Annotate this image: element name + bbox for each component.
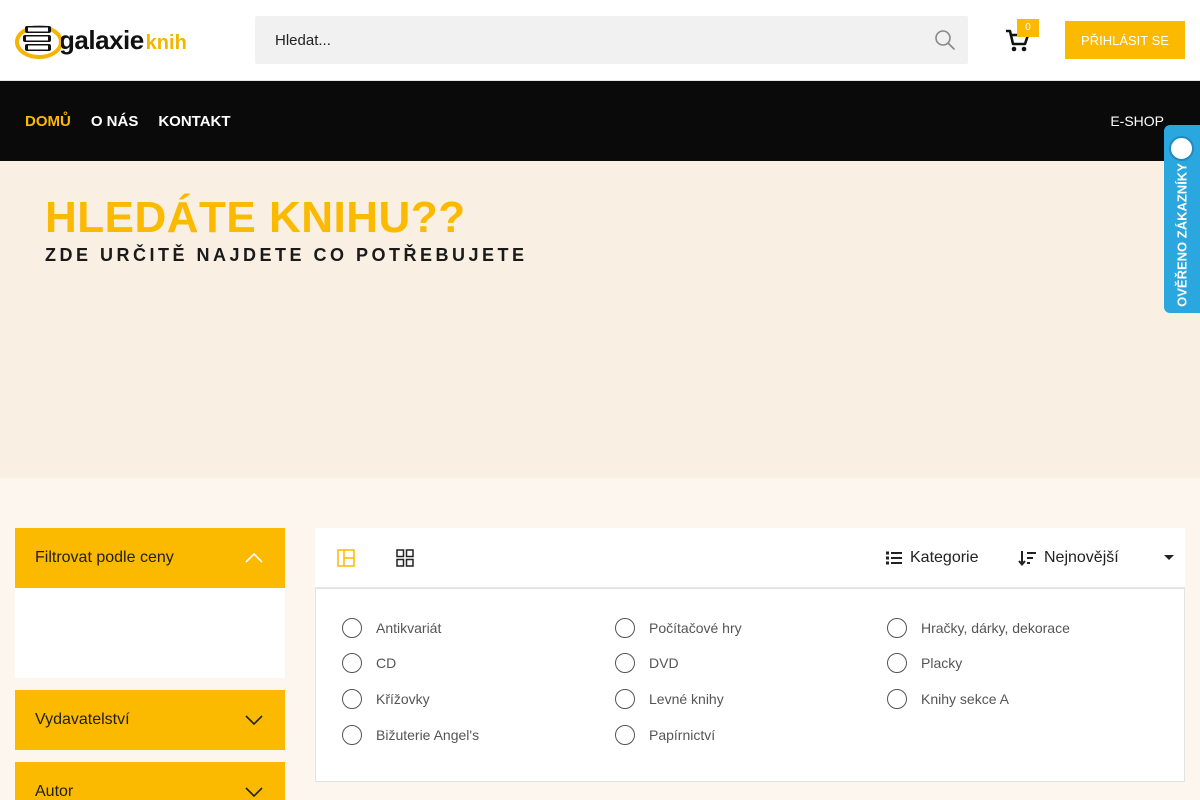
category-label: Křížovky xyxy=(376,691,430,707)
nav-item-about[interactable]: O NÁS xyxy=(91,113,139,130)
category-item[interactable]: Křížovky xyxy=(342,689,430,709)
category-label: Bižuterie Angel's xyxy=(376,727,480,743)
radio-button[interactable] xyxy=(887,653,907,673)
filter-author-label: Autor xyxy=(35,783,74,800)
logo-text-main: galaxie xyxy=(59,24,144,55)
filter-price-body xyxy=(15,588,285,678)
search-bar xyxy=(255,16,968,64)
nav-item-home[interactable]: DOMŮ xyxy=(25,113,71,130)
radio-button[interactable] xyxy=(615,725,635,745)
chevron-down-icon xyxy=(245,715,263,725)
radio-button[interactable] xyxy=(887,618,907,638)
radio-button[interactable] xyxy=(342,618,362,638)
sort-dropdown[interactable]: Nejnovější xyxy=(1018,528,1188,588)
caret-down-icon xyxy=(1164,555,1174,560)
hero-subtitle: ZDE URČITĚ NAJDETE CO POTŘEBUJETE xyxy=(45,245,528,265)
radio-button[interactable] xyxy=(342,725,362,745)
category-label: Antikvariát xyxy=(376,620,442,636)
verified-seal-icon xyxy=(1169,136,1194,161)
category-label: Knihy sekce A xyxy=(921,691,1009,707)
top-header: galaxie knih 0 PŘIHLÁSIT SE xyxy=(0,0,1200,81)
category-item[interactable]: Levné knihy xyxy=(615,689,724,709)
category-label: CD xyxy=(376,655,397,671)
list-icon xyxy=(886,551,902,565)
sort-label: Nejnovější xyxy=(1044,549,1119,566)
category-item[interactable]: Počítačové hry xyxy=(615,618,742,638)
filter-author-header[interactable]: Autor xyxy=(15,762,285,800)
list-view-icon[interactable] xyxy=(337,549,355,567)
hero-title: HLEDÁTE KNIHU?? xyxy=(45,193,466,242)
category-item[interactable]: Placky xyxy=(887,653,962,673)
category-toggle-label: Kategorie xyxy=(910,549,979,566)
sort-icon xyxy=(1018,551,1036,566)
grid-view-icon[interactable] xyxy=(396,549,414,567)
radio-button[interactable] xyxy=(342,689,362,709)
site-logo[interactable]: galaxie knih xyxy=(15,20,197,60)
category-label: DVD xyxy=(649,655,679,671)
login-button[interactable]: PŘIHLÁSIT SE xyxy=(1065,21,1185,59)
radio-button[interactable] xyxy=(887,689,907,709)
category-label: Počítačové hry xyxy=(649,620,742,636)
filter-price-label: Filtrovat podle ceny xyxy=(35,549,174,566)
main-navigation: DOMŮ O NÁS KONTAKT E-SHOP xyxy=(0,81,1200,161)
radio-button[interactable] xyxy=(615,618,635,638)
category-label: Papírnictví xyxy=(649,727,716,743)
radio-button[interactable] xyxy=(615,689,635,709)
category-label: Levné knihy xyxy=(649,691,724,707)
filter-publisher-label: Vydavatelství xyxy=(35,711,130,728)
verified-badge-label: OVĚŘENO ZÁKAZNÍKY xyxy=(1174,163,1190,307)
category-item[interactable]: Bižuterie Angel's xyxy=(342,725,479,745)
category-item[interactable]: DVD xyxy=(615,653,679,673)
logo-text-sub: knih xyxy=(145,31,187,54)
chevron-up-icon xyxy=(245,553,263,563)
nav-item-eshop[interactable]: E-SHOP xyxy=(1110,81,1164,161)
hero-banner: HLEDÁTE KNIHU?? ZDE URČITĚ NAJDETE CO PO… xyxy=(0,161,1200,478)
chevron-down-icon xyxy=(245,787,263,797)
nav-item-contact[interactable]: KONTAKT xyxy=(158,113,230,130)
category-item[interactable]: Hračky, dárky, dekorace xyxy=(887,618,1070,638)
search-input[interactable] xyxy=(255,16,915,64)
filter-price-header[interactable]: Filtrovat podle ceny xyxy=(15,528,285,588)
books-logo-icon xyxy=(15,20,63,60)
category-label: Placky xyxy=(921,655,963,671)
category-toggle-button[interactable]: Kategorie xyxy=(886,528,979,588)
radio-button[interactable] xyxy=(342,653,362,673)
search-icon[interactable] xyxy=(934,29,956,51)
cart-count-badge: 0 xyxy=(1017,19,1039,37)
category-item[interactable]: Knihy sekce A xyxy=(887,689,1009,709)
category-list: Antikvariát CD Křížovky Bižuterie Angel'… xyxy=(315,588,1185,782)
category-item[interactable]: Antikvariát xyxy=(342,618,441,638)
category-item[interactable]: Papírnictví xyxy=(615,725,715,745)
filter-publisher-header[interactable]: Vydavatelství xyxy=(15,690,285,750)
radio-button[interactable] xyxy=(615,653,635,673)
category-item[interactable]: CD xyxy=(342,653,396,673)
category-label: Hračky, dárky, dekorace xyxy=(921,620,1070,636)
verified-customers-badge[interactable]: OVĚŘENO ZÁKAZNÍKY xyxy=(1164,125,1200,313)
product-toolbar: Kategorie Nejnovější xyxy=(315,528,1185,588)
